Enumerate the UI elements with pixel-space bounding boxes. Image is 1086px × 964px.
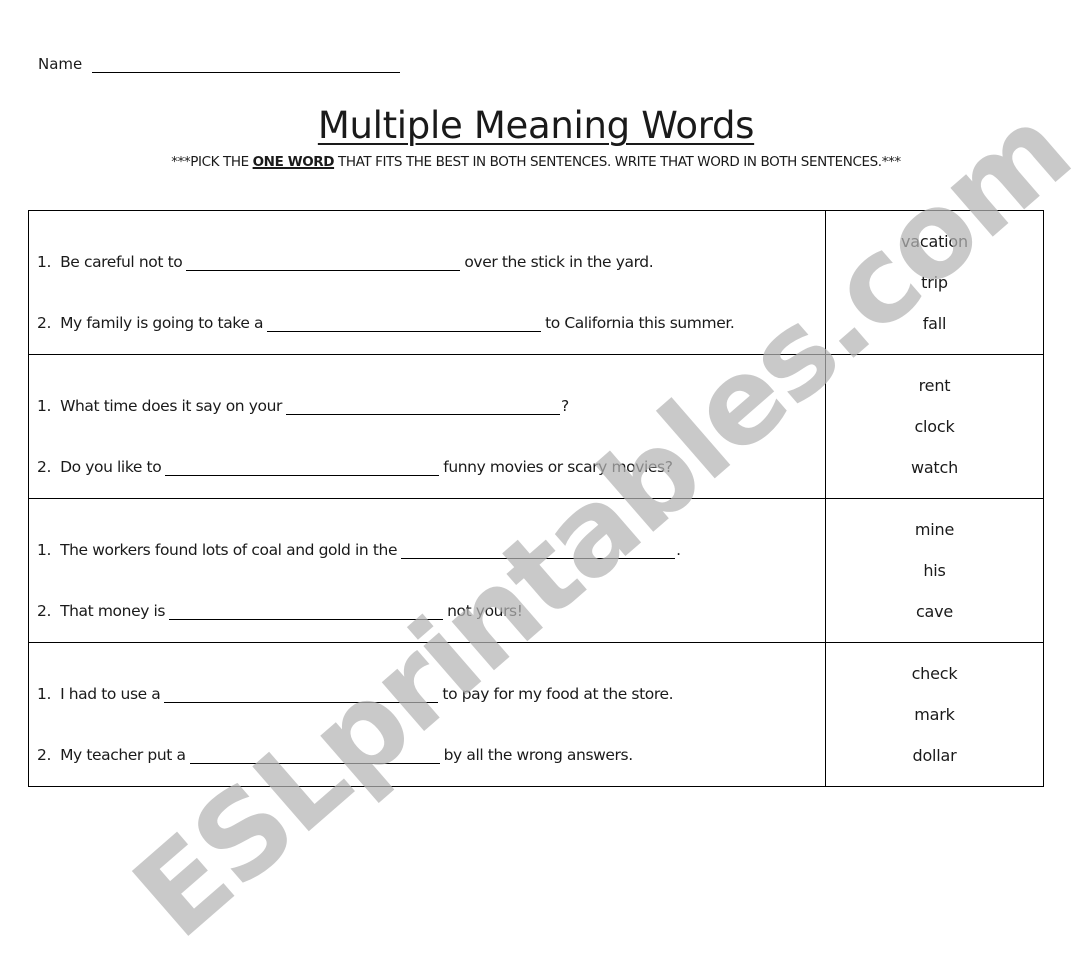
sentence-text-after: to pay for my food at the store. — [442, 685, 674, 703]
sentence-number: 2. — [37, 458, 51, 476]
table-row: 1. The workers found lots of coal and go… — [28, 498, 1044, 643]
answer-blank[interactable] — [169, 605, 444, 620]
word-choices-cell: rent clock watch — [825, 354, 1044, 499]
sentences-cell: 1. Be careful not to over the stick in th… — [28, 210, 826, 355]
instructions: ***PICK THE ONE WORD THAT FITS THE BEST … — [0, 154, 1072, 170]
instructions-emphasis: ONE WORD — [252, 154, 335, 170]
word-choice: dollar — [912, 746, 957, 765]
worksheet-title: Multiple Meaning Words — [317, 104, 755, 147]
word-choice: mine — [914, 520, 955, 539]
table-row: 1. I had to use a to pay for my food at t… — [28, 642, 1044, 787]
word-choice: check — [911, 664, 958, 683]
instructions-prefix: ***PICK THE — [171, 154, 253, 170]
word-choice: cave — [915, 602, 954, 621]
answer-blank[interactable] — [186, 256, 461, 271]
sentence-number: 2. — [37, 602, 51, 620]
sentence: 1. I had to use a to pay for my food at t… — [37, 685, 674, 703]
answer-blank[interactable] — [164, 688, 439, 703]
sentence: 1. What time does it say on your? — [37, 397, 569, 415]
word-choices-cell: mine his cave — [825, 498, 1044, 643]
word-choice: mark — [914, 705, 955, 724]
sentence-number: 1. — [37, 685, 51, 703]
sentence: 2. That money is not yours! — [37, 602, 523, 620]
sentence-text-before: Be careful not to — [60, 253, 183, 271]
sentence-text-after: . — [676, 541, 681, 559]
table-row: 1. What time does it say on your? 2. Do … — [28, 354, 1044, 499]
sentence-text-after: to California this summer. — [545, 314, 735, 332]
sentence: 2. Do you like to funny movies or scary m… — [37, 458, 673, 476]
sentences-cell: 1. I had to use a to pay for my food at t… — [28, 642, 826, 787]
instructions-suffix: THAT FITS THE BEST IN BOTH SENTENCES. WR… — [334, 154, 901, 170]
sentences-cell: 1. What time does it say on your? 2. Do … — [28, 354, 826, 499]
word-choice: his — [923, 561, 946, 580]
sentence-text-after: ? — [561, 397, 569, 415]
worksheet-table: 1. Be careful not to over the stick in th… — [28, 210, 1044, 787]
word-choice: trip — [921, 273, 948, 292]
sentence-number: 1. — [37, 253, 51, 271]
word-choice: fall — [922, 314, 947, 333]
sentence-text-after: over the stick in the yard. — [464, 253, 654, 271]
sentence-text-before: The workers found lots of coal and gold … — [60, 541, 398, 559]
sentences-cell: 1. The workers found lots of coal and go… — [28, 498, 826, 643]
sentence-text-before: What time does it say on your — [60, 397, 282, 415]
word-choices-cell: vacation trip fall — [825, 210, 1044, 355]
sentence-number: 2. — [37, 746, 51, 764]
word-choice: vacation — [901, 232, 968, 251]
table-row: 1. Be careful not to over the stick in th… — [28, 210, 1044, 355]
sentence-number: 1. — [37, 541, 51, 559]
name-field-row: Name — [38, 55, 401, 73]
sentence-text-before: I had to use a — [60, 685, 161, 703]
answer-blank[interactable] — [401, 544, 676, 559]
answer-blank[interactable] — [189, 749, 440, 764]
answer-blank[interactable] — [286, 400, 560, 415]
word-choice: watch — [910, 458, 959, 477]
sentence-text-after: funny movies or scary movies? — [443, 458, 673, 476]
word-choices-cell: check mark dollar — [825, 642, 1044, 787]
sentence-number: 1. — [37, 397, 51, 415]
name-input-line[interactable] — [92, 58, 401, 73]
sentence-text-after: by all the wrong answers. — [443, 746, 634, 764]
sentence-number: 2. — [37, 314, 51, 332]
name-label: Name — [38, 55, 83, 73]
sentence-text-after: not yours! — [447, 602, 523, 620]
sentence: 1. Be careful not to over the stick in th… — [37, 253, 654, 271]
word-choice: rent — [918, 376, 951, 395]
word-choice: clock — [914, 417, 955, 436]
sentence: 2. My family is going to take a to Califo… — [37, 314, 735, 332]
sentence: 2. My teacher put a by all the wrong answ… — [37, 746, 633, 764]
sentence-text-before: That money is — [60, 602, 166, 620]
answer-blank[interactable] — [267, 317, 542, 332]
sentence-text-before: My teacher put a — [60, 746, 186, 764]
answer-blank[interactable] — [165, 461, 440, 476]
sentence-text-before: My family is going to take a — [60, 314, 264, 332]
sentence-text-before: Do you like to — [60, 458, 162, 476]
sentence: 1. The workers found lots of coal and go… — [37, 541, 681, 559]
